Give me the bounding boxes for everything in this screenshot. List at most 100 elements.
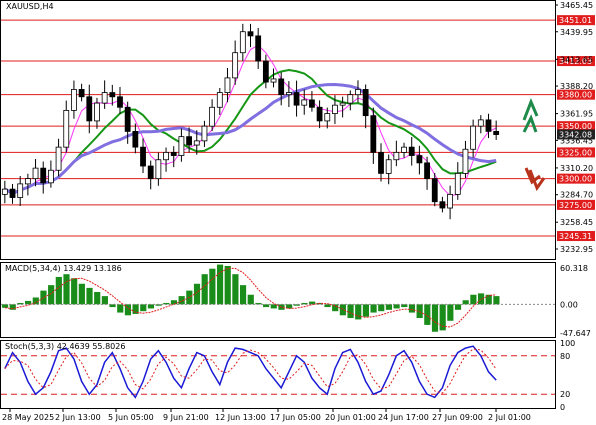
- candle: [71, 89, 77, 111]
- candle: [309, 99, 315, 108]
- candle: [293, 92, 300, 106]
- candle: [239, 31, 246, 54]
- candle: [477, 119, 484, 127]
- level-label: 3300.00: [559, 175, 592, 184]
- macd-bar: [247, 294, 254, 305]
- y-tick-label: 3361.95: [560, 110, 593, 119]
- macd-bar: [48, 285, 55, 305]
- candle: [385, 159, 392, 174]
- macd-bar: [63, 274, 70, 305]
- macd-bar: [209, 268, 216, 305]
- trading-chart[interactable]: 3451.013412.033380.003350.003325.003300.…: [0, 0, 596, 425]
- y-tick-label: 3413.65: [560, 55, 593, 64]
- macd-bar: [408, 304, 416, 313]
- macd-bar: [140, 304, 147, 312]
- stoch-label: Stoch(5,3,3) 42.4639 55.8026: [5, 342, 125, 351]
- candle: [140, 146, 146, 167]
- stoch-tick-label: 20: [560, 390, 570, 399]
- y-tick-label: 3284.70: [560, 191, 593, 200]
- candle: [462, 148, 469, 174]
- candle: [347, 94, 354, 104]
- candle: [355, 89, 361, 96]
- candle: [255, 35, 262, 62]
- candle: [24, 178, 31, 185]
- level-label: 3451.01: [559, 16, 592, 25]
- x-tick-label: 24 Jun 17:00: [378, 413, 429, 422]
- candle: [55, 146, 62, 171]
- y-tick-label: 3258.45: [560, 218, 593, 227]
- x-tick-label: 12 Jun 13:00: [215, 413, 266, 422]
- y-tick-label: 3439.95: [560, 28, 593, 37]
- candle: [393, 151, 400, 161]
- x-tick-label: 2 Jul 01:00: [488, 413, 531, 422]
- macd-bar: [493, 296, 500, 305]
- candle: [247, 31, 254, 37]
- macd-bar: [55, 276, 62, 305]
- candle: [124, 106, 131, 132]
- macd-bar: [40, 290, 47, 305]
- candle: [117, 96, 123, 108]
- level-label: 3275.00: [559, 201, 592, 210]
- level-label: 3245.31: [559, 232, 592, 241]
- macd-bar: [454, 304, 462, 310]
- candle: [201, 125, 208, 142]
- macd-bar: [71, 278, 78, 305]
- macd-tick-label: 0.00: [560, 300, 578, 309]
- macd-bar: [201, 274, 208, 305]
- candle: [416, 155, 423, 164]
- candle: [370, 115, 377, 153]
- level-label: 3325.00: [559, 148, 592, 157]
- candle: [1, 188, 8, 195]
- candle: [209, 106, 216, 127]
- macd-bar: [2, 304, 9, 308]
- candle: [32, 167, 39, 180]
- macd-bar: [216, 264, 224, 305]
- macd-bar: [193, 283, 201, 305]
- macd-bar: [355, 304, 362, 320]
- x-tick-label: 2 Jun 13:00: [55, 413, 101, 422]
- candle: [324, 113, 331, 122]
- macd-tick-label: 60.318: [560, 264, 588, 273]
- candle: [401, 146, 407, 153]
- macd-bar: [470, 294, 477, 305]
- stoch-tick-label: 100: [560, 339, 575, 348]
- candle: [301, 99, 308, 106]
- candle: [439, 201, 446, 209]
- candle: [17, 183, 24, 198]
- macd-bar: [385, 304, 393, 310]
- candle: [216, 92, 223, 108]
- macd-bar: [239, 285, 247, 305]
- x-tick-label: 5 Jun 05:00: [108, 413, 154, 422]
- y-tick-label: 3465.45: [560, 1, 593, 10]
- chart-title: XAUUSD,H4: [6, 2, 54, 11]
- candle: [493, 131, 500, 135]
- stoch-tick-label: 0: [560, 403, 565, 412]
- candle: [262, 60, 269, 83]
- candle: [454, 172, 461, 195]
- candle: [285, 92, 292, 96]
- macd-tick-label: -47.647: [560, 329, 591, 338]
- macd-bar: [94, 292, 101, 305]
- macd-label: MACD(5,34,4) 13.429 13.186: [5, 264, 122, 273]
- candle: [408, 146, 415, 156]
- candle: [339, 102, 346, 106]
- macd-bar: [232, 274, 239, 305]
- candle: [94, 102, 100, 122]
- x-tick-label: 20 Jun 01:00: [325, 413, 376, 422]
- candle: [431, 178, 438, 203]
- candle: [40, 167, 47, 184]
- candle: [193, 140, 200, 146]
- x-tick-label: 17 Jun 05:00: [270, 413, 321, 422]
- candle: [63, 110, 70, 148]
- macd-bar: [224, 265, 231, 305]
- candle: [170, 151, 177, 156]
- candle: [378, 151, 384, 174]
- candle: [48, 169, 54, 184]
- candle: [424, 162, 430, 180]
- candle: [470, 125, 477, 150]
- y-tick-label: 3310.20: [560, 164, 593, 173]
- candle: [147, 165, 154, 180]
- candle: [270, 78, 277, 83]
- candle: [101, 92, 108, 104]
- candle: [278, 78, 285, 96]
